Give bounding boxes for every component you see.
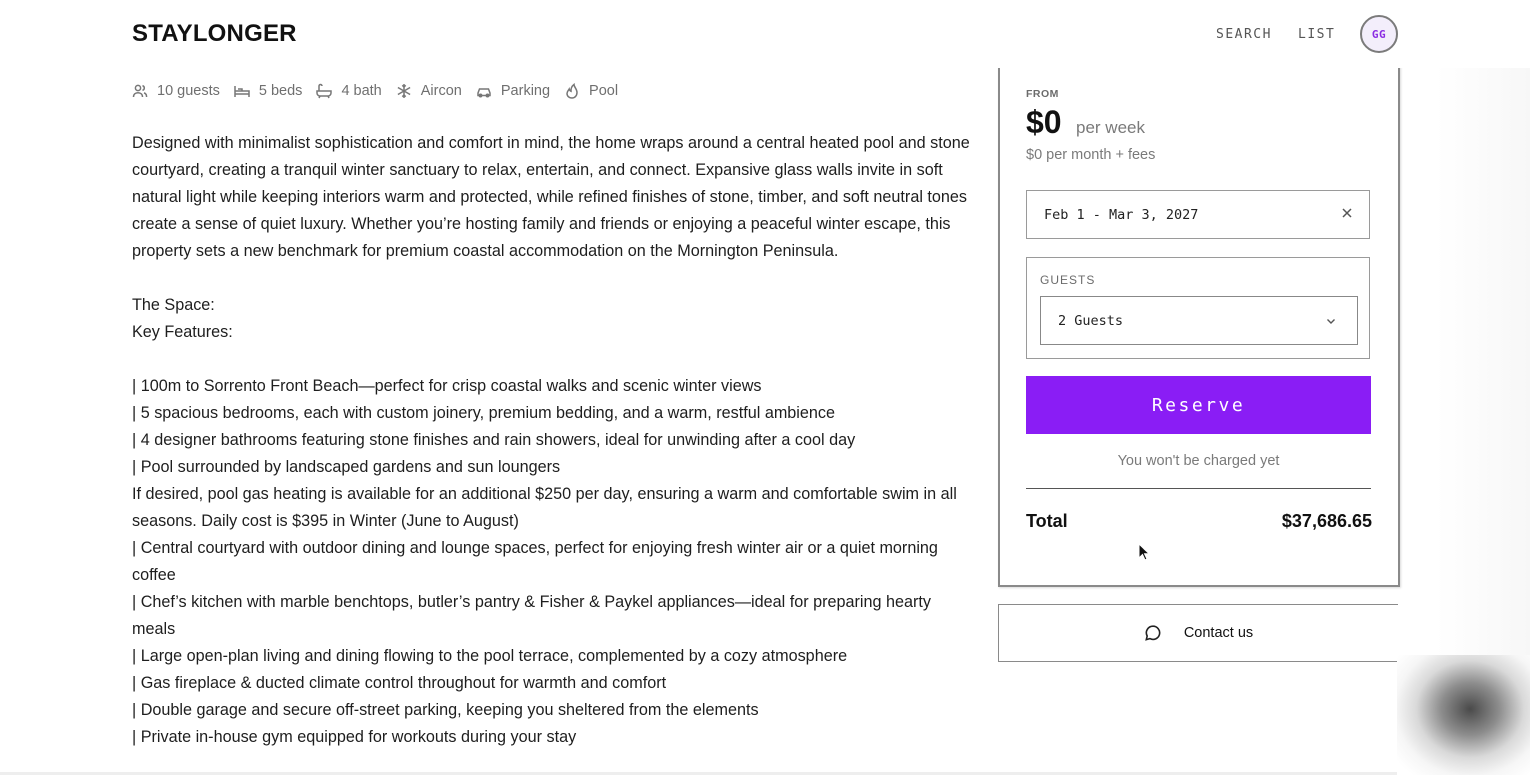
features-heading: Key Features: (132, 323, 233, 341)
amenities-row: 10 guests 5 beds 4 bath Aircon Parking P… (132, 80, 632, 102)
amenity-aircon: Aircon (396, 83, 462, 99)
feature-item: | 100m to Sorrento Front Beach—perfect f… (132, 377, 762, 395)
charge-note: You won't be charged yet (1117, 453, 1280, 469)
space-heading: The Space: (132, 296, 215, 314)
amenity-label: 4 bath (341, 83, 382, 99)
guests-label: GUESTS (1040, 273, 1096, 287)
weekly-price: $0 (1026, 104, 1062, 140)
amenity-pool: Pool (564, 83, 618, 99)
reserve-button[interactable]: Reserve (1026, 376, 1371, 434)
amenity-guests: 10 guests (132, 83, 220, 99)
amenity-label: 10 guests (157, 83, 220, 99)
chat-bubble-icon (1145, 625, 1161, 641)
nav-search-link[interactable]: SEARCH (1216, 27, 1272, 42)
close-icon[interactable] (1339, 205, 1355, 221)
chevron-down-icon (1327, 319, 1335, 324)
date-range-field[interactable]: Feb 1 - Mar 3, 2027 (1026, 190, 1370, 239)
feature-item: | 4 designer bathrooms featuring stone f… (132, 431, 856, 449)
mouse-cursor-icon (1138, 543, 1150, 561)
blurred-overlay (1397, 655, 1530, 775)
bed-icon (234, 86, 250, 97)
feature-item: | Central courtyard with outdoor dining … (132, 539, 938, 584)
logo[interactable]: STAYLONGER (132, 20, 297, 48)
amenity-label: Pool (589, 83, 619, 99)
booking-card: FROM $0 per week $0 per month + fees Feb… (998, 60, 1400, 587)
flame-icon (566, 83, 578, 99)
feature-item: | Private in-house gym equipped for work… (132, 728, 577, 746)
description-intro: Designed with minimalist sophistication … (132, 134, 970, 260)
users-icon (132, 84, 148, 98)
site-header: STAYLONGER SEARCH LIST GG (0, 0, 1530, 68)
feature-item: If desired, pool gas heating is availabl… (132, 485, 957, 530)
nav-list-link[interactable]: LIST (1298, 27, 1335, 42)
feature-item: | Chef’s kitchen with marble benchtops, … (132, 593, 931, 638)
guests-value: 2 Guests (1058, 313, 1124, 329)
price-unit: per week (1076, 118, 1145, 137)
date-range-value: Feb 1 - Mar 3, 2027 (1044, 207, 1199, 223)
snowflake-icon (397, 84, 411, 98)
amenity-parking: Parking (476, 83, 550, 99)
total-label: Total (1026, 511, 1068, 531)
total-value: $37,686.65 (1281, 511, 1372, 531)
car-icon (477, 88, 491, 98)
contact-label: Contact us (1183, 625, 1254, 641)
feature-item: | Pool surrounded by landscaped gardens … (132, 458, 561, 476)
feature-item: | Double garage and secure off-street pa… (132, 701, 759, 719)
amenity-label: Parking (500, 83, 551, 99)
guests-section: GUESTS 2 Guests (1026, 257, 1370, 359)
amenity-bath: 4 bath (316, 83, 382, 99)
feature-item: | 5 spacious bedrooms, each with custom … (132, 404, 836, 422)
bath-icon (316, 83, 333, 99)
feature-item: | Large open-plan living and dining flow… (132, 647, 848, 665)
guests-select[interactable]: 2 Guests (1040, 296, 1358, 345)
feature-item: | Gas fireplace & ducted climate control… (132, 674, 667, 692)
amenity-label: 5 beds (258, 83, 303, 99)
amenity-label: Aircon (420, 83, 462, 99)
monthly-price: $0 per month + fees (1026, 147, 1156, 163)
contact-us-button[interactable]: Contact us (998, 604, 1398, 662)
from-label: FROM (1026, 88, 1059, 100)
listing-description: Designed with minimalist sophistication … (132, 130, 972, 751)
amenity-beds: 5 beds (234, 83, 303, 99)
page-edge (1436, 0, 1530, 655)
listing-page: STAYLONGER SEARCH LIST GG 10 guests 5 be… (0, 0, 1530, 775)
avatar[interactable]: GG (1360, 15, 1398, 53)
divider (1026, 488, 1371, 489)
